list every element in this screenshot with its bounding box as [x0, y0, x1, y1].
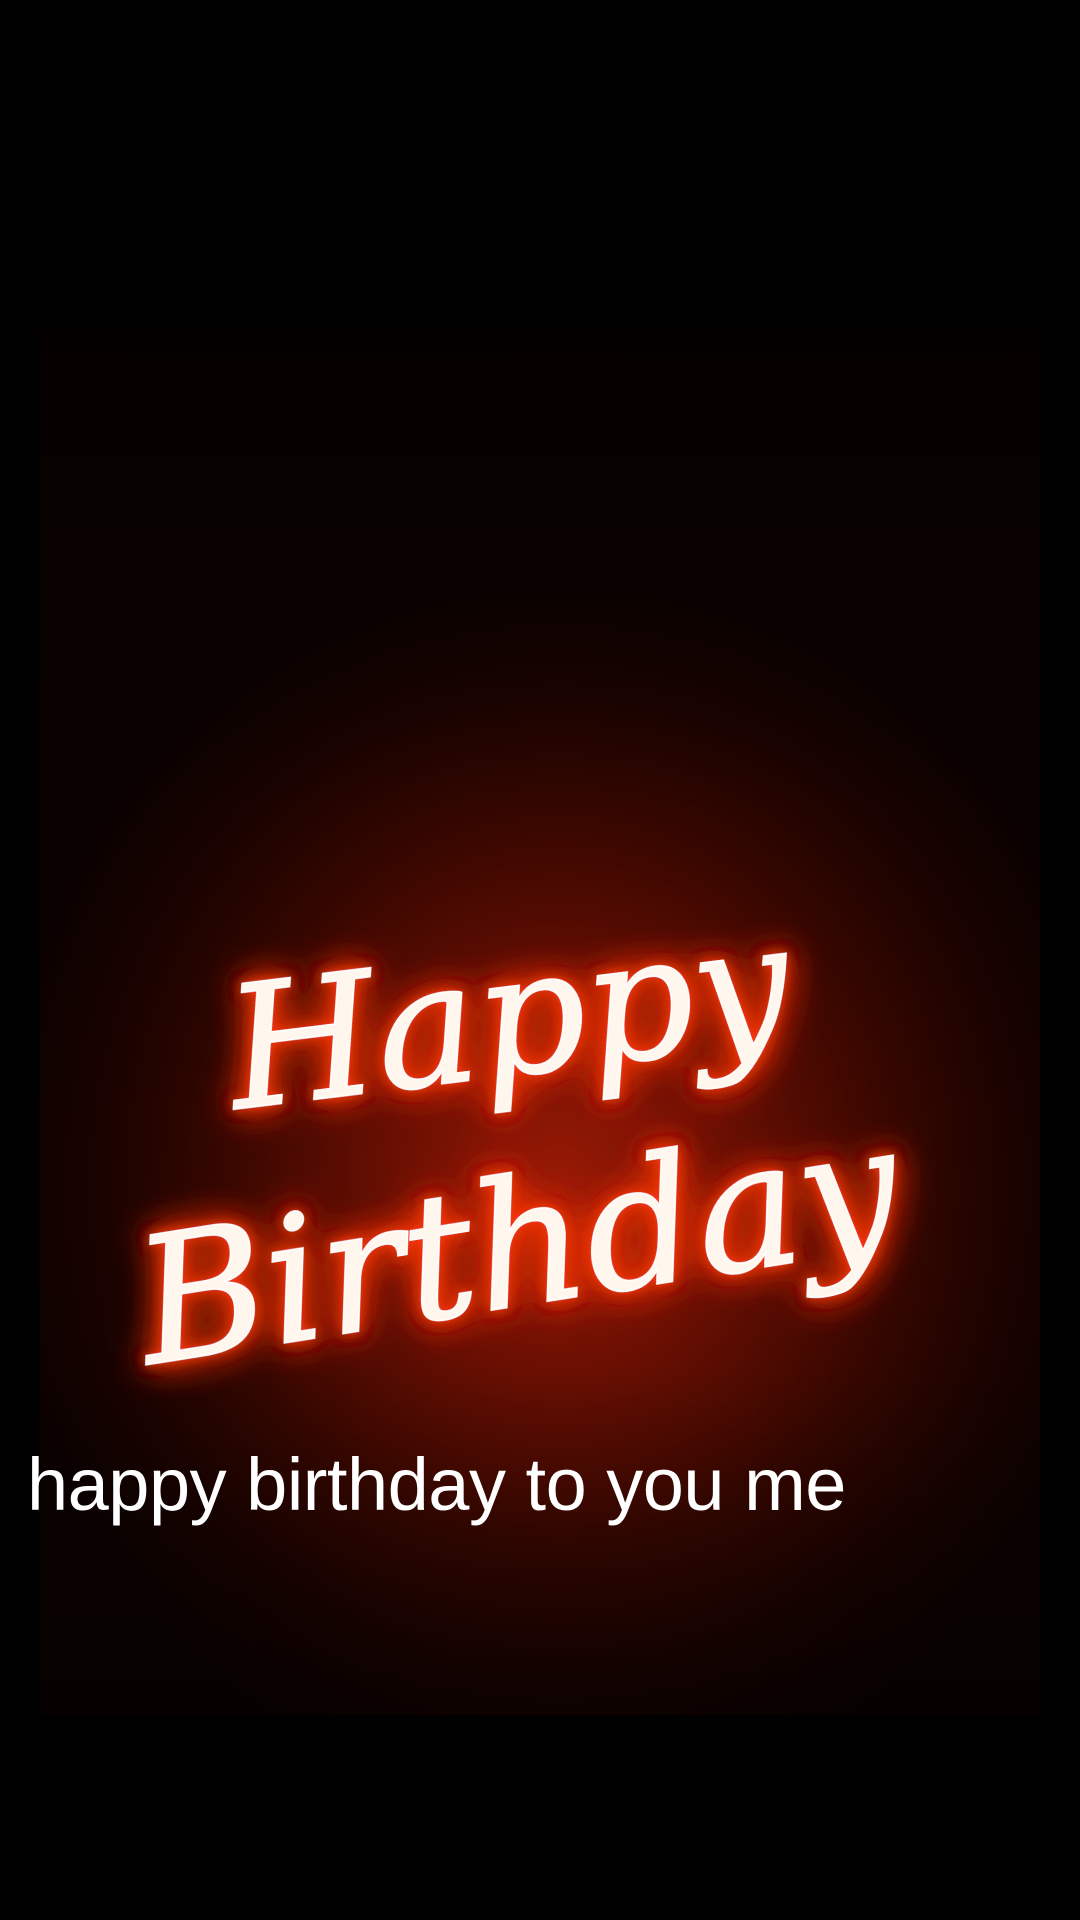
headline-happy: Happy: [214, 884, 802, 1150]
caption-text: happy birthday to you me: [27, 1443, 846, 1526]
